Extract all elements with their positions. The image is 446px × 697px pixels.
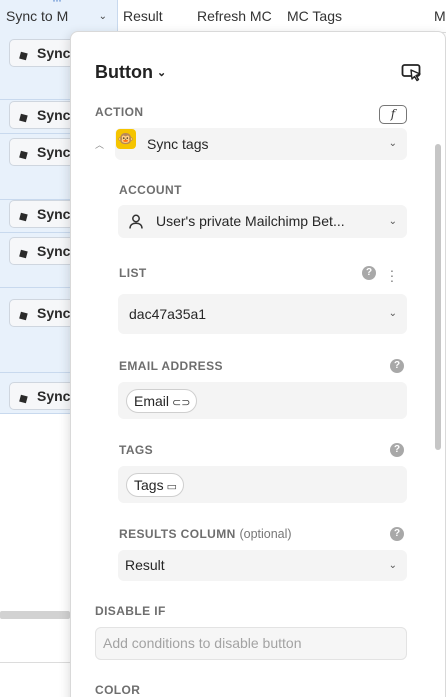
email-address-field[interactable]: Email ⊂⊃ [118, 382, 407, 419]
chip-label: Tags [134, 477, 164, 493]
action-select-value: Sync tags [147, 136, 209, 152]
tag-icon: ◆ [15, 389, 31, 407]
action-select[interactable]: 🐵 Sync tags ⌄ [115, 128, 407, 160]
sync-button-label: Sync [37, 243, 71, 259]
help-icon[interactable]: ? [362, 266, 376, 280]
account-select[interactable]: User's private Mailchimp Bet... ⌄ [118, 205, 407, 238]
column-header-label: Sync to M [6, 8, 69, 24]
panel-title-text: Button [95, 62, 153, 82]
chevron-down-icon: ⌄ [388, 560, 397, 571]
chevron-down-icon: ⌄ [388, 216, 397, 227]
optional-hint: (optional) [239, 527, 292, 541]
tag-icon: ◆ [15, 145, 31, 163]
list-select-value: dac47a35a1 [129, 306, 207, 322]
help-icon[interactable]: ? [390, 443, 404, 457]
sync-button-label: Sync [37, 388, 71, 404]
tag-icon: ◆ [15, 244, 31, 262]
vertical-scrollbar[interactable] [435, 144, 441, 450]
list-select[interactable]: dac47a35a1 ⌄ [118, 294, 407, 334]
column-header-mc-tags[interactable]: MC Tags [287, 0, 342, 33]
action-label: ACTION [95, 105, 144, 119]
chevron-down-icon[interactable]: ⌄ [99, 0, 107, 33]
panel-title[interactable]: Button ⌄ [95, 62, 166, 83]
sync-button-label: Sync [37, 45, 71, 61]
results-column-value: Result [125, 557, 165, 573]
more-options-icon[interactable]: · · · [389, 263, 395, 287]
email-column-chip[interactable]: Email ⊂⊃ [126, 389, 198, 413]
sync-button-label: Sync [37, 206, 71, 222]
results-column-select[interactable]: Result ⌄ [118, 550, 407, 581]
email-address-label: EMAIL ADDRESS [119, 359, 223, 373]
chevron-up-icon[interactable]: ︿ [95, 138, 104, 151]
mailchimp-logo-icon: 🐵 [116, 129, 136, 149]
sync-button-label: Sync [37, 144, 71, 160]
tag-icon: ◆ [15, 108, 31, 126]
tags-field[interactable]: Tags ▭ [118, 466, 407, 503]
tags-label: TAGS [119, 443, 154, 457]
list-label: LIST [119, 266, 147, 280]
column-header-refresh-mc[interactable]: Refresh MC [197, 0, 272, 33]
help-icon[interactable]: ? [390, 527, 404, 541]
tags-column-chip[interactable]: Tags ▭ [126, 473, 184, 497]
chip-label: Email [134, 393, 170, 409]
color-label: COLOR [95, 683, 141, 697]
sync-button-label: Sync [37, 305, 71, 321]
results-column-label: RESULTS COLUMN (optional) [119, 527, 292, 541]
column-header-sync[interactable]: ··· Sync to M ⌄ [0, 0, 118, 33]
link-icon: ⊂⊃ [172, 397, 191, 409]
column-drag-handle[interactable]: ··· [52, 0, 62, 6]
disable-if-label: DISABLE IF [95, 604, 166, 618]
tags-list-icon: ▭ [166, 481, 177, 493]
sync-button-label: Sync [37, 107, 71, 123]
grid-divider [0, 662, 70, 663]
user-icon [129, 214, 143, 229]
disable-conditions-input[interactable]: Add conditions to disable button [95, 627, 407, 660]
tag-icon: ◆ [15, 207, 31, 225]
column-header-result[interactable]: Result [123, 0, 163, 33]
tag-icon: ◆ [15, 46, 31, 64]
account-select-value: User's private Mailchimp Bet... [156, 213, 345, 229]
chevron-down-icon: ⌄ [156, 67, 167, 79]
chevron-down-icon: ⌄ [388, 308, 397, 319]
button-cursor-icon[interactable] [401, 62, 423, 82]
help-icon[interactable]: ? [390, 359, 404, 373]
column-header-row: ··· Sync to M ⌄ Result Refresh MC MC Tag… [0, 0, 446, 33]
results-column-label-text: RESULTS COLUMN [119, 527, 236, 541]
column-header-m[interactable]: M [434, 0, 446, 33]
horizontal-scrollbar[interactable] [0, 611, 70, 619]
formula-button[interactable]: f [379, 105, 407, 124]
account-label: ACCOUNT [119, 183, 182, 197]
chevron-down-icon: ⌄ [388, 138, 397, 149]
button-config-panel: Button ⌄ ACTION f ︿ 🐵 Sync tags ⌄ ACCOUNT… [70, 31, 446, 697]
tag-icon: ◆ [15, 306, 31, 324]
